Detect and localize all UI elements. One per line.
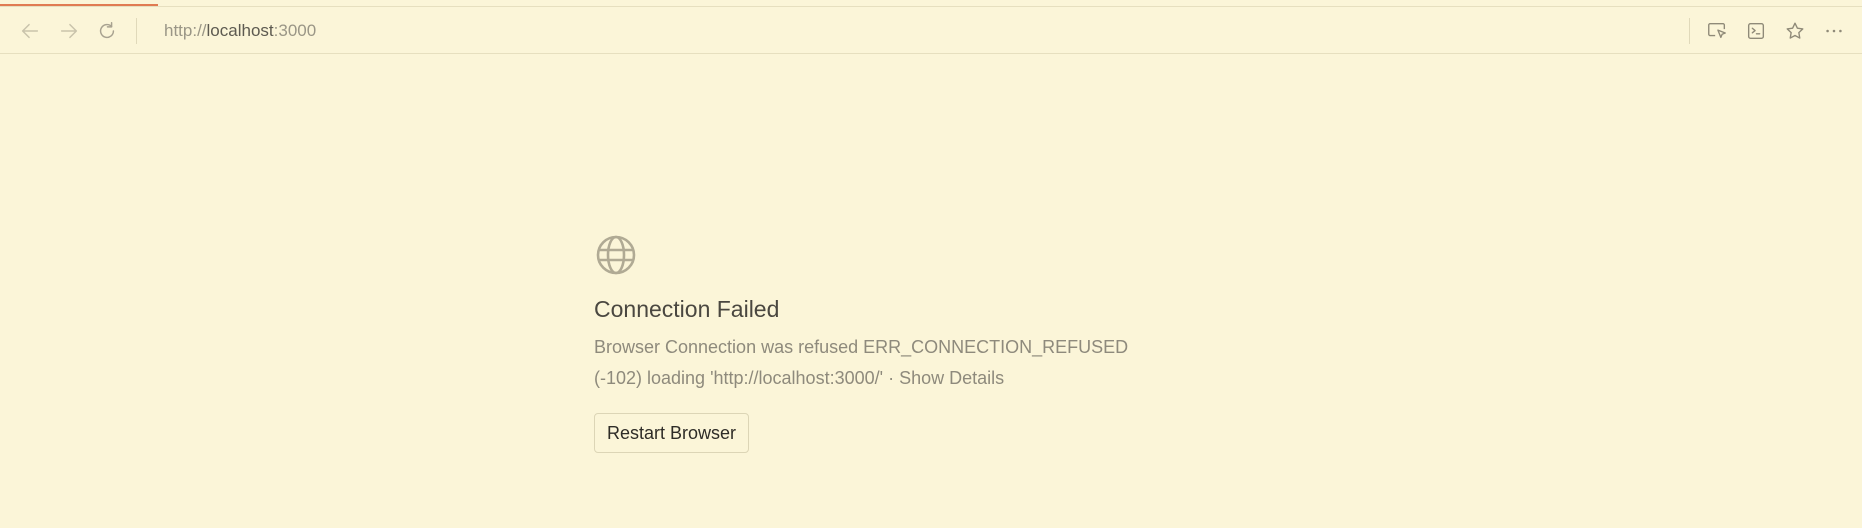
error-title: Connection Failed [594, 296, 780, 322]
restart-browser-button[interactable]: Restart Browser [594, 413, 750, 453]
arrow-left-icon [21, 23, 39, 39]
browser-toolbar: http://localhost:3000 [0, 7, 1862, 54]
terminal-icon [1747, 22, 1765, 40]
error-message: Browser Connection was refused ERR_CONNE… [594, 332, 1154, 394]
address-bar[interactable]: http://localhost:3000 [164, 19, 316, 43]
message-separator: · [883, 368, 900, 388]
select-element-icon [1708, 22, 1726, 39]
reload-icon [99, 22, 115, 39]
error-message-line-1: Browser Connection was refused ERR_CONNE… [594, 337, 1129, 357]
console-button[interactable] [1741, 17, 1771, 45]
forward-button[interactable] [55, 17, 83, 45]
url-scheme: http:// [164, 21, 207, 40]
url-host: localhost [206, 21, 274, 40]
arrow-right-icon [60, 23, 78, 39]
favorite-button[interactable] [1780, 17, 1810, 45]
show-details-link[interactable]: Show Details [899, 368, 1004, 388]
toolbar-divider [136, 18, 137, 44]
globe-icon [596, 235, 636, 275]
back-button[interactable] [16, 17, 44, 45]
reload-button[interactable] [93, 17, 121, 45]
more-button[interactable] [1819, 17, 1849, 45]
url-port: :3000 [273, 21, 317, 40]
select-element-button[interactable] [1702, 17, 1732, 45]
page-load-progress-bar [0, 4, 159, 6]
star-icon [1786, 22, 1804, 39]
tab-strip-edge [0, 0, 1862, 7]
error-message-line-2: (-102) loading 'http://localhost:3000/' [594, 368, 884, 388]
browser-window: http://localhost:3000 Connection Failed … [0, 0, 1862, 528]
error-panel: Connection Failed Browser Connection was… [594, 233, 1194, 453]
more-horizontal-icon [1826, 29, 1842, 33]
toolbar-divider [1689, 18, 1690, 44]
